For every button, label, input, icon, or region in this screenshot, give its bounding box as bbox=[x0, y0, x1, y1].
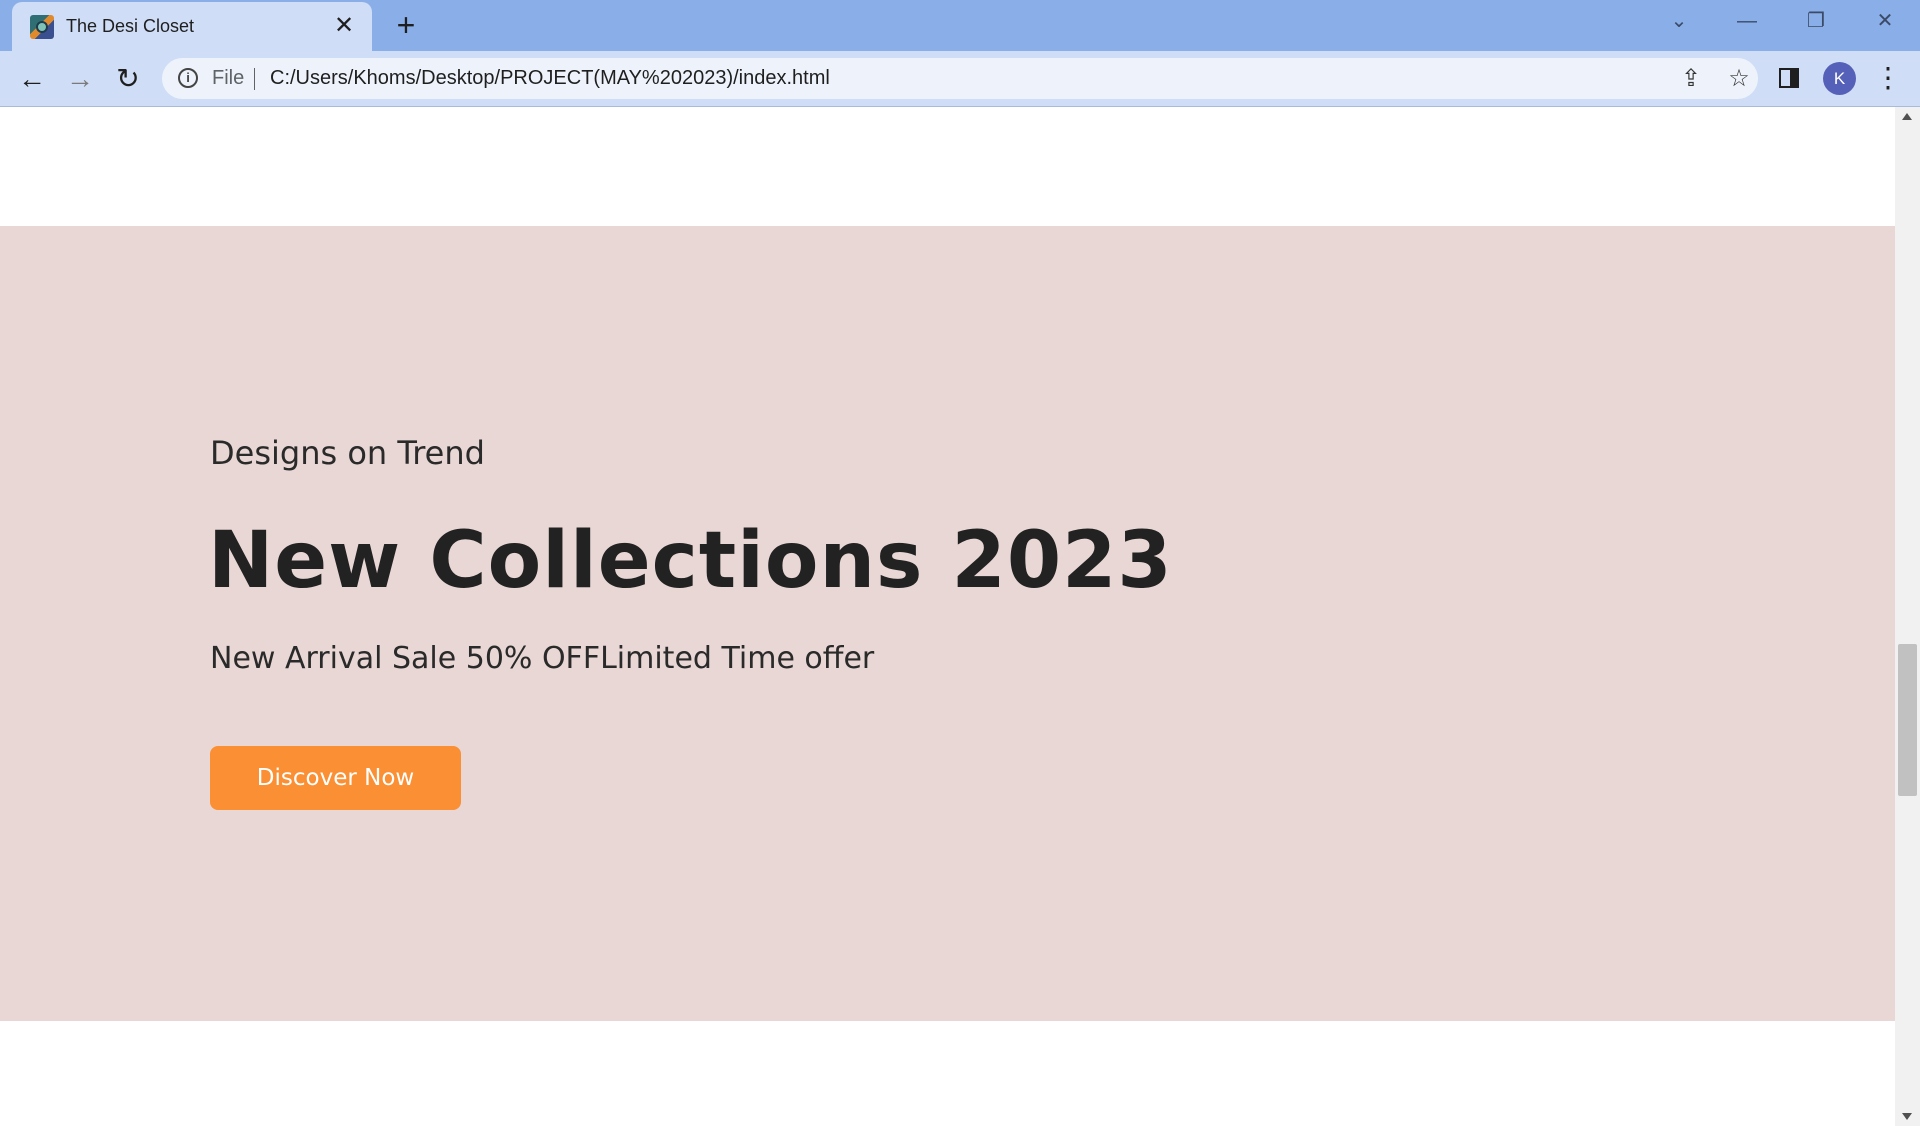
address-bar[interactable]: i File C:/Users/Khoms/Desktop/PROJECT(MA… bbox=[162, 58, 1758, 99]
restore-icon[interactable]: ❐ bbox=[1793, 6, 1839, 36]
browser-toolbar: ← → ↻ i File C:/Users/Khoms/Desktop/PROJ… bbox=[0, 51, 1920, 107]
back-arrow-icon[interactable]: ← bbox=[14, 61, 50, 97]
close-tab-icon[interactable]: ✕ bbox=[330, 12, 358, 40]
share-icon[interactable]: ⇪ bbox=[1676, 64, 1706, 94]
discover-now-button[interactable]: Discover Now bbox=[210, 746, 461, 810]
minimize-icon[interactable]: — bbox=[1724, 6, 1770, 36]
info-icon[interactable]: i bbox=[178, 68, 198, 88]
scroll-down-arrow-icon[interactable] bbox=[1902, 1113, 1912, 1120]
tab-active[interactable]: The Desi Closet ✕ bbox=[12, 2, 372, 51]
file-scheme-label: File bbox=[212, 67, 245, 89]
page-viewport: Designs on Trend New Collections 2023 Ne… bbox=[0, 107, 1895, 1126]
hero-description: New Arrival Sale 50% OFFLimited Time off… bbox=[210, 641, 875, 676]
side-panel-icon[interactable] bbox=[1779, 68, 1799, 88]
scroll-up-arrow-icon[interactable] bbox=[1902, 113, 1912, 120]
profile-avatar[interactable]: K bbox=[1823, 62, 1856, 95]
omnibox-divider bbox=[254, 68, 255, 90]
hero-banner: Designs on Trend New Collections 2023 Ne… bbox=[0, 226, 1895, 1021]
tab-search-chevron-icon[interactable]: ⌄ bbox=[1656, 6, 1702, 36]
new-tab-button[interactable]: + bbox=[390, 9, 422, 42]
star-icon[interactable]: ☆ bbox=[1724, 64, 1754, 94]
browser-window: The Desi Closet ✕ + ⌄ — ❐ ✕ ← → ↻ i File… bbox=[0, 0, 1920, 1126]
kebab-menu-icon[interactable]: ⋮ bbox=[1874, 63, 1902, 93]
forward-arrow-icon[interactable]: → bbox=[62, 61, 98, 97]
scrollbar-thumb[interactable] bbox=[1898, 644, 1917, 796]
hero-subtitle: Designs on Trend bbox=[210, 434, 485, 472]
hero-title: New Collections 2023 bbox=[208, 516, 1173, 606]
tab-strip: The Desi Closet ✕ + ⌄ — ❐ ✕ bbox=[0, 0, 1920, 51]
site-favicon-icon bbox=[30, 15, 54, 39]
url-text[interactable]: C:/Users/Khoms/Desktop/PROJECT(MAY%20202… bbox=[270, 67, 830, 90]
close-window-icon[interactable]: ✕ bbox=[1862, 6, 1908, 36]
reload-icon[interactable]: ↻ bbox=[110, 61, 146, 97]
tab-title: The Desi Closet bbox=[66, 16, 195, 36]
vertical-scrollbar[interactable] bbox=[1895, 107, 1920, 1126]
